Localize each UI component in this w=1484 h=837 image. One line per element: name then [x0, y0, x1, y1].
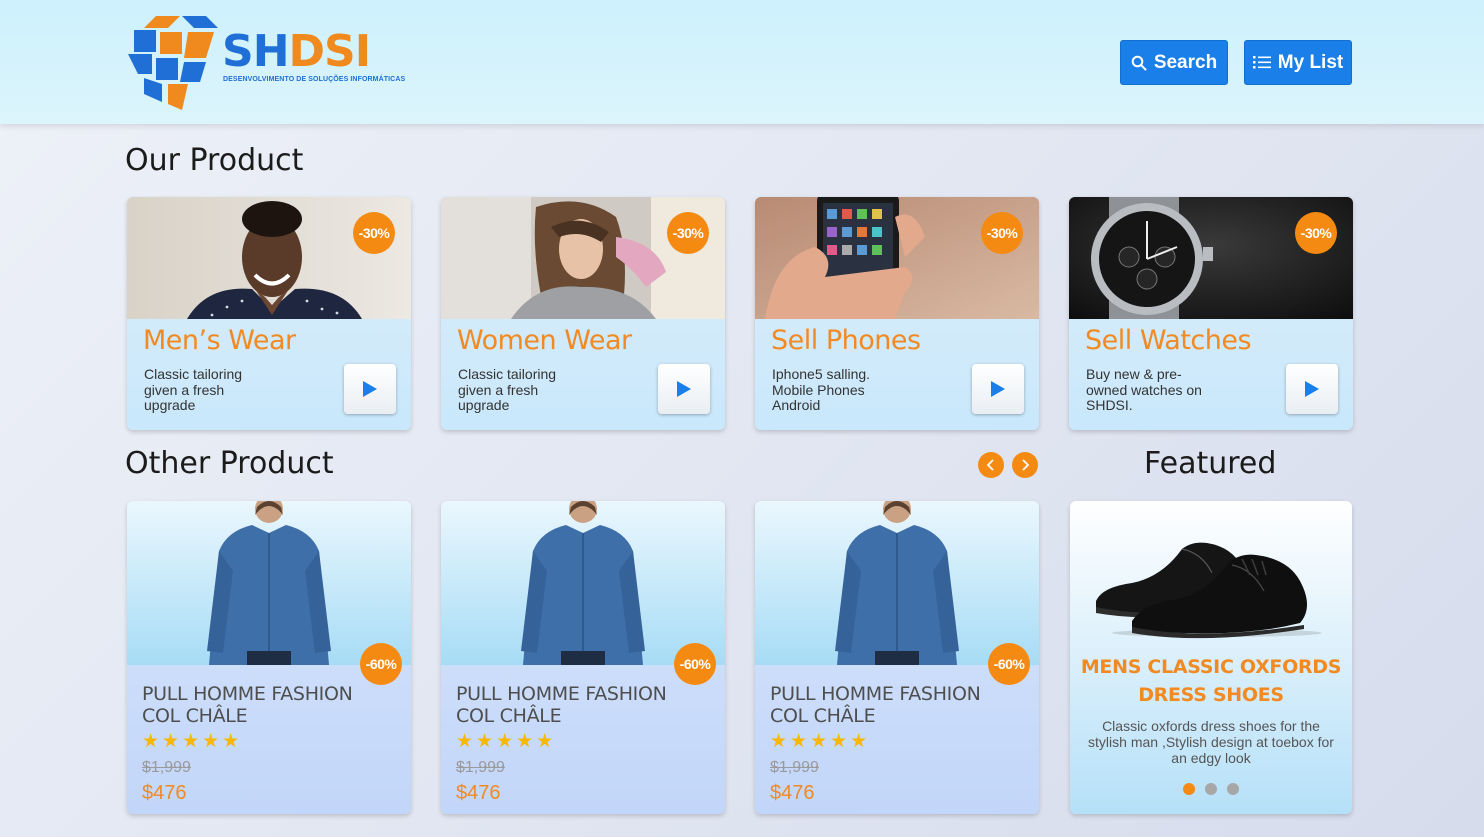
star-rating: ★★★★★: [456, 731, 557, 752]
carousel-dot-3[interactable]: [1227, 783, 1239, 795]
carousel-dot-1[interactable]: [1183, 783, 1195, 795]
discount-badge: -30%: [353, 212, 395, 254]
search-icon: [1131, 55, 1147, 70]
other-product-heading: Other Product: [125, 446, 334, 481]
carousel-next-button[interactable]: [1012, 452, 1038, 478]
carousel-dot-2[interactable]: [1205, 783, 1217, 795]
play-icon: [363, 381, 377, 397]
brand-name-part1: SH: [222, 26, 290, 77]
featured-shoes-image: [1096, 542, 1322, 639]
play-button[interactable]: [1286, 364, 1338, 414]
chevron-right-icon: [1022, 459, 1030, 471]
product-card-mens-wear[interactable]: -30% Men’s Wear Classic tailoring given …: [127, 197, 411, 430]
brand-logo[interactable]: SHDSI DESENVOLVIMENTO DE SOLUÇÕES INFORM…: [126, 14, 405, 112]
current-price: $476: [456, 782, 501, 804]
product-card-description: Classic tailoring given a fresh upgrade: [458, 366, 557, 413]
discount-badge: -60%: [674, 643, 716, 685]
play-button[interactable]: [344, 364, 396, 414]
search-button-label: Search: [1153, 51, 1218, 73]
brand-tagline: DESENVOLVIMENTO DE SOLUÇÕES INFORMÁTICAS: [223, 76, 406, 83]
featured-product-description: Classic oxfords dress shoes for the styl…: [1088, 718, 1334, 766]
product-card-sell-phones[interactable]: -30% Sell Phones Iphone5 salling. Mobile…: [755, 197, 1039, 430]
logo-cube-icon: [128, 16, 218, 110]
play-icon: [991, 381, 1005, 397]
featured-product-title[interactable]: MENS CLASSIC OXFORDS DRESS SHOES: [1080, 653, 1342, 709]
product-name[interactable]: PULL HOMME FASHION COL CHÂLE: [770, 683, 1020, 727]
play-icon: [677, 381, 691, 397]
brand-name-part2: DSI: [288, 26, 372, 77]
product-image-shirt: [441, 501, 725, 665]
product-card-sell-watches[interactable]: -30% Sell Watches Buy new & pre-owned wa…: [1069, 197, 1353, 430]
product-card-title: Women Wear: [457, 325, 632, 356]
old-price: $1,999: [142, 759, 191, 776]
site-header: SHDSI DESENVOLVIMENTO DE SOLUÇÕES INFORM…: [0, 0, 1484, 124]
other-product-card[interactable]: -60% PULL HOMME FASHION COL CHÂLE ★★★★★ …: [755, 501, 1039, 814]
star-rating: ★★★★★: [770, 731, 871, 752]
product-card-title: Men’s Wear: [143, 325, 296, 356]
product-image-shirt: [755, 501, 1039, 665]
featured-card[interactable]: MENS CLASSIC OXFORDS DRESS SHOES Classic…: [1070, 501, 1352, 814]
my-list-button[interactable]: My List: [1244, 40, 1352, 85]
old-price: $1,999: [770, 759, 819, 776]
product-name[interactable]: PULL HOMME FASHION COL CHÂLE: [142, 683, 392, 727]
search-button[interactable]: Search: [1120, 40, 1228, 85]
list-icon: [1252, 56, 1271, 69]
other-product-card[interactable]: -60% PULL HOMME FASHION COL CHÂLE ★★★★★ …: [441, 501, 725, 814]
discount-badge: -60%: [988, 643, 1030, 685]
product-card-description: Buy new & pre-owned watches on SHDSI.: [1086, 366, 1202, 413]
product-card-title: Sell Watches: [1085, 325, 1252, 356]
carousel-prev-button[interactable]: [978, 452, 1004, 478]
discount-badge: -30%: [981, 212, 1023, 254]
carousel-dots: [1070, 783, 1352, 795]
old-price: $1,999: [456, 759, 505, 776]
discount-badge: -60%: [360, 643, 402, 685]
play-button[interactable]: [658, 364, 710, 414]
brand-wordmark: SHDSI: [222, 30, 371, 74]
discount-badge: -30%: [667, 212, 709, 254]
product-card-women-wear[interactable]: -30% Women Wear Classic tailoring given …: [441, 197, 725, 430]
play-button[interactable]: [972, 364, 1024, 414]
featured-heading: Featured: [1144, 446, 1277, 481]
discount-badge: -30%: [1295, 212, 1337, 254]
current-price: $476: [142, 782, 187, 804]
play-icon: [1305, 381, 1319, 397]
chevron-left-icon: [986, 459, 994, 471]
my-list-button-label: My List: [1277, 51, 1344, 73]
product-name[interactable]: PULL HOMME FASHION COL CHÂLE: [456, 683, 706, 727]
our-product-heading: Our Product: [125, 143, 304, 178]
other-product-card[interactable]: -60% PULL HOMME FASHION COL CHÂLE ★★★★★ …: [127, 501, 411, 814]
current-price: $476: [770, 782, 815, 804]
star-rating: ★★★★★: [142, 731, 243, 752]
product-card-description: Classic tailoring given a fresh upgrade: [144, 366, 243, 413]
product-image-shirt: [127, 501, 411, 665]
product-card-description: Iphone5 salling. Mobile Phones Android: [772, 366, 871, 413]
product-card-title: Sell Phones: [771, 325, 921, 356]
